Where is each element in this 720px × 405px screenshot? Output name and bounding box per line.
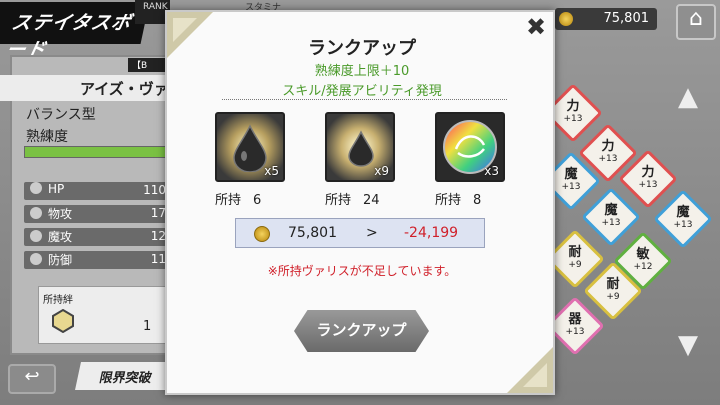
board-tile-label: 敏 +12: [622, 248, 664, 274]
dark-drop-large-icon: [233, 124, 267, 172]
back-arrow-icon: ↩: [24, 366, 40, 387]
bond-box: 所持絆 1: [38, 286, 170, 344]
type-label: バランス型: [26, 107, 96, 123]
bond-count: 1: [143, 319, 152, 334]
effect-proficiency-cap: 熟練度上限＋10: [314, 64, 410, 79]
board-tile-value: +9: [568, 260, 582, 270]
proficiency-label: 熟練度: [26, 129, 68, 145]
board-tile-label: 力 +13: [587, 140, 629, 166]
board-tile-label: 器 +13: [554, 313, 596, 339]
material-required: x5: [264, 164, 279, 178]
board-tile-label: 力 +13: [627, 166, 669, 192]
board-tile-label: 魔 +13: [662, 206, 704, 232]
cost-arrow: >: [366, 225, 378, 241]
corner-ornament-bottom-right: [507, 347, 553, 393]
rank-up-button[interactable]: ランクアップ: [294, 310, 429, 352]
material-slot-2[interactable]: x9: [325, 112, 395, 182]
status-board-banner: ステイタスボード: [0, 2, 150, 61]
remaining-valis: -24,199: [404, 225, 459, 241]
board-tile-value: +9: [606, 292, 620, 302]
coin-icon: [254, 226, 270, 242]
board-tile-label: 魔 +13: [550, 168, 592, 194]
sword-icon: [30, 207, 42, 219]
stat-defense: 防御 11: [24, 251, 172, 269]
dark-drop-small-icon: [348, 130, 374, 167]
character-name: アイズ・ヴァ: [0, 75, 175, 101]
bond-crest-icon: [52, 309, 74, 333]
scroll-up-arrow-icon[interactable]: ▲: [666, 84, 710, 110]
heart-icon: [30, 182, 42, 194]
money-display: 75,801: [555, 8, 657, 30]
coin-icon: [559, 12, 573, 26]
character-tag: 【B: [128, 58, 168, 72]
material-owned-2: 所持 24: [325, 193, 380, 208]
back-button[interactable]: ↩: [8, 364, 56, 394]
material-slot-1[interactable]: x5: [215, 112, 285, 182]
bond-label: 所持絆: [43, 295, 73, 306]
board-tile-value: +13: [598, 154, 618, 164]
effect-skill-unlock: スキル/発展アビリティ発現: [282, 84, 442, 99]
scroll-down-arrow-icon[interactable]: ▼: [666, 332, 710, 358]
material-slot-3[interactable]: x3: [435, 112, 505, 182]
board-tile-label: 耐 +9: [592, 278, 634, 304]
stat-physical-attack: 物攻 17: [24, 205, 172, 223]
material-owned-3: 所持 8: [435, 193, 482, 208]
dialog-title: ランクアップ: [308, 38, 416, 59]
valis-cost-bar: 75,801 > -24,199: [235, 218, 485, 248]
board-tile-value: +13: [638, 180, 658, 190]
board-tile-value: +13: [561, 182, 581, 192]
board-tile-value: +12: [633, 262, 653, 272]
material-owned-1: 所持 6: [215, 193, 262, 208]
stat-magic-attack: 魔攻 12: [24, 228, 172, 246]
insufficient-valis-warning: ※所持ヴァリスが不足しています。: [267, 264, 457, 278]
board-tile-label: 力 +13: [552, 100, 594, 126]
board-tile-value: +13: [565, 327, 585, 337]
board-tile-value: +13: [673, 220, 693, 230]
stat-hp: HP 110: [24, 182, 172, 200]
proficiency-bar: [24, 146, 172, 158]
board-tile-label: 耐 +9: [554, 246, 596, 272]
board-tile-value: +13: [601, 218, 621, 228]
limit-break-button[interactable]: 限界突破: [75, 362, 177, 390]
current-valis: 75,801: [288, 225, 337, 241]
home-icon: ⌂: [689, 6, 703, 31]
material-required: x3: [484, 164, 499, 178]
material-required: x9: [374, 164, 389, 178]
home-button[interactable]: ⌂: [676, 4, 716, 40]
wand-icon: [30, 230, 42, 242]
divider: [222, 99, 507, 100]
board-tile-value: +13: [563, 114, 583, 124]
shield-icon: [30, 253, 42, 265]
board-tile-label: 魔 +13: [590, 204, 632, 230]
rank-up-dialog: ✖ ランクアップ 熟練度上限＋10 スキル/発展アビリティ発現 x5 所持 6 x…: [165, 10, 555, 395]
